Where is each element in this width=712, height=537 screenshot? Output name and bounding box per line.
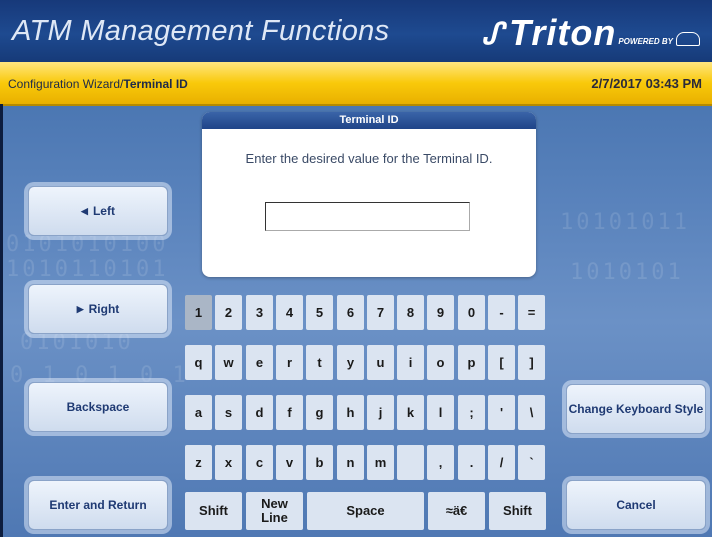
key-row4-2[interactable]: c — [246, 445, 273, 480]
screen-edge — [0, 104, 3, 537]
key-row2-3[interactable]: r — [276, 345, 303, 380]
date-time: 2/7/2017 03:43 PM — [591, 76, 702, 91]
special-chars-key[interactable]: ≈ä€ — [428, 492, 485, 530]
key-row1-6[interactable]: 7 — [367, 295, 394, 330]
key-row3-6[interactable]: j — [367, 395, 394, 430]
key-row2-10[interactable]: [ — [488, 345, 515, 380]
brand-name: Triton — [509, 12, 617, 53]
key-row2-7[interactable]: i — [397, 345, 424, 380]
key-row1-1[interactable]: 2 — [215, 295, 242, 330]
key-row3-7[interactable]: k — [397, 395, 424, 430]
shift-left-key[interactable]: Shift — [185, 492, 242, 530]
key-row1-7[interactable]: 8 — [397, 295, 424, 330]
dialog-title: Terminal ID — [202, 112, 536, 129]
shift-right-key[interactable]: Shift — [489, 492, 546, 530]
key-row1-2[interactable]: 3 — [246, 295, 273, 330]
key-row1-11[interactable]: = — [518, 295, 545, 330]
key-row4-4[interactable]: b — [306, 445, 333, 480]
key-row2-8[interactable]: o — [427, 345, 454, 380]
key-row2-1[interactable]: w — [215, 345, 242, 380]
enter-and-return-button[interactable]: Enter and Return — [28, 480, 168, 530]
key-row1-10[interactable]: - — [488, 295, 515, 330]
key-row4-0[interactable]: z — [185, 445, 212, 480]
key-row3-3[interactable]: f — [276, 395, 303, 430]
new-line-key[interactable]: New Line — [246, 492, 303, 530]
key-row3-1[interactable]: s — [215, 395, 242, 430]
cancel-button[interactable]: Cancel — [566, 480, 706, 530]
breadcrumb-parent: Configuration Wizard/ — [8, 77, 124, 91]
brand-symbol-icon: ᔑ — [481, 18, 503, 51]
atm-screen: ATM Management Functions ᔑ Triton POWERE… — [0, 0, 712, 537]
app-title: ATM Management Functions — [12, 15, 390, 47]
background-binary-text: 1010101 — [570, 260, 684, 285]
triangle-left-icon: ◀ — [81, 205, 88, 216]
key-row3-8[interactable]: l — [427, 395, 454, 430]
key-row4-10[interactable]: / — [488, 445, 515, 480]
key-row4-8[interactable]: , — [427, 445, 454, 480]
key-blank[interactable] — [397, 445, 424, 480]
terminal-id-dialog: Terminal ID Enter the desired value for … — [202, 112, 536, 277]
right-button[interactable]: ▶ Right — [28, 284, 168, 334]
key-row1-4[interactable]: 5 — [306, 295, 333, 330]
space-key[interactable]: Space — [307, 492, 424, 530]
key-row3-5[interactable]: h — [337, 395, 364, 430]
left-button-label: Left — [92, 204, 115, 218]
brand-tagline: POWERED BY — [618, 37, 673, 46]
breadcrumb-current: Terminal ID — [123, 77, 188, 91]
key-row2-5[interactable]: y — [337, 345, 364, 380]
change-keyboard-style-button[interactable]: Change Keyboard Style — [566, 384, 706, 434]
right-button-label: Right — [88, 302, 120, 316]
terminal-id-input[interactable] — [265, 202, 470, 231]
key-row1-5[interactable]: 6 — [337, 295, 364, 330]
background-binary-text: 10101011 — [560, 210, 690, 235]
key-row4-9[interactable]: . — [458, 445, 485, 480]
key-row4-3[interactable]: v — [276, 445, 303, 480]
key-row4-5[interactable]: n — [337, 445, 364, 480]
key-row2-9[interactable]: p — [458, 345, 485, 380]
key-row3-0[interactable]: a — [185, 395, 212, 430]
breadcrumb: Configuration Wizard/Terminal ID — [8, 77, 188, 91]
key-row3-10[interactable]: ' — [488, 395, 515, 430]
key-row3-9[interactable]: ; — [458, 395, 485, 430]
key-row1-8[interactable]: 9 — [427, 295, 454, 330]
key-row2-0[interactable]: q — [185, 345, 212, 380]
key-row1-3[interactable]: 4 — [276, 295, 303, 330]
key-row2-6[interactable]: u — [367, 345, 394, 380]
background-binary-text: 1010110101 — [6, 257, 169, 282]
key-row2-2[interactable]: e — [246, 345, 273, 380]
key-row4-6[interactable]: m — [367, 445, 394, 480]
key-row3-2[interactable]: d — [246, 395, 273, 430]
left-button[interactable]: ◀ Left — [28, 186, 168, 236]
triangle-right-icon: ▶ — [76, 303, 84, 314]
key-row2-4[interactable]: t — [306, 345, 333, 380]
header-bar: ATM Management Functions ᔑ Triton POWERE… — [0, 0, 712, 62]
key-row1-0[interactable]: 1 — [185, 295, 212, 330]
key-row1-9[interactable]: 0 — [458, 295, 485, 330]
dialog-prompt: Enter the desired value for the Terminal… — [245, 151, 493, 166]
backspace-button[interactable]: Backspace — [28, 382, 168, 432]
key-row4-1[interactable]: x — [215, 445, 242, 480]
key-row2-11[interactable]: ] — [518, 345, 545, 380]
key-row3-11[interactable]: \ — [518, 395, 545, 430]
key-row3-4[interactable]: g — [306, 395, 333, 430]
on-screen-keyboard: 1 2 3 4 5 6 7 8 9 0- = q w e r t y u i o p[] a s d f g h j k l; ' \ z x c v… — [185, 295, 557, 530]
key-row4-11[interactable]: ` — [518, 445, 545, 480]
brand-mark-icon — [676, 32, 700, 46]
brand-logo: ᔑ Triton POWERED BY — [481, 12, 700, 53]
status-bar: Configuration Wizard/Terminal ID 2/7/201… — [0, 62, 712, 106]
